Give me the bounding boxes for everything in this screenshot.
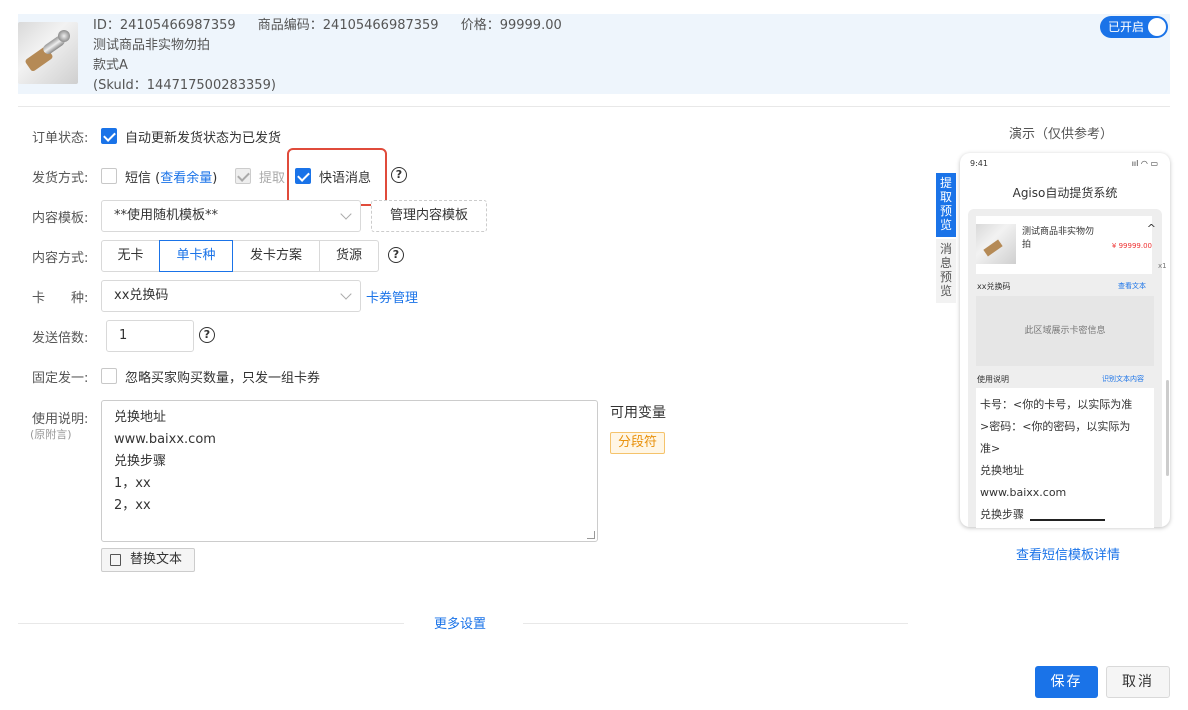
highlight-box: [287, 148, 387, 206]
save-button[interactable]: 保存: [1035, 666, 1098, 698]
auto-ship-checkbox[interactable]: [101, 128, 117, 144]
template-value: **使用随机模板**: [114, 208, 219, 223]
card-type-select[interactable]: xx兑换码: [101, 280, 361, 312]
divider: [18, 106, 1170, 107]
instruction-line: 1，xx: [114, 476, 151, 491]
instruction-line: 2，xx: [114, 498, 151, 513]
option-card-plan[interactable]: 发卡方案: [232, 240, 320, 272]
usage-line: www.baixx.com: [980, 486, 1067, 499]
replace-text-button[interactable]: 替换文本: [101, 548, 195, 572]
sms-label: 短信: [125, 171, 152, 186]
divider: [18, 623, 404, 624]
tab-message-preview[interactable]: 消息预览: [936, 239, 956, 303]
product-header: ID：24105466987359 商品编码：24105466987359 价格…: [18, 14, 1170, 94]
instruction-line: www.baixx.com: [114, 432, 216, 447]
content-method-segmented: 无卡 单卡种 发卡方案 货源: [101, 240, 379, 272]
pickup-checkbox[interactable]: [235, 168, 251, 184]
preview-product-name: 测试商品非实物勿拍: [1022, 227, 1095, 250]
preview-product-card: 测试商品非实物勿拍 ¥ 99999.00 ^: [976, 216, 1156, 274]
usage-line: 兑换步骤: [980, 508, 1024, 521]
product-name: 测试商品非实物勿拍: [93, 38, 211, 53]
ship-method-label: 发货方式:: [32, 171, 89, 186]
product-id: ID：24105466987359: [93, 18, 236, 33]
preview-usage-text: 卡号：<你的卡号，以实际为准 >密码：<你的密码，以实际为 准> 兑换地址 ww…: [976, 388, 1154, 528]
instruction-line: 兑换地址: [114, 410, 167, 425]
order-status-label: 订单状态:: [32, 131, 89, 146]
fixed-one-checkbox[interactable]: [101, 368, 117, 384]
chevron-up-icon[interactable]: ^: [1147, 222, 1156, 235]
send-multiple-label: 发送倍数:: [32, 331, 89, 346]
fixed-one-label: 固定发一:: [32, 371, 89, 386]
instruction-line: 兑换步骤: [114, 454, 167, 469]
option-single-card[interactable]: 单卡种: [159, 240, 233, 272]
preview-recognize-link[interactable]: 识别文本内容: [1102, 374, 1144, 384]
sms-quota-link[interactable]: 查看余量: [160, 171, 212, 186]
preview-qty: x1: [1158, 262, 1167, 270]
card-type-value: xx兑换码: [114, 288, 169, 303]
usage-line: 兑换地址: [980, 464, 1024, 477]
pickup-label: 提取: [259, 171, 286, 186]
usage-line: >密码：<你的密码，以实际为: [980, 420, 1131, 433]
sms-checkbox[interactable]: [101, 168, 117, 184]
status-icons: ııl ◠ ▭: [1131, 159, 1158, 168]
template-select[interactable]: **使用随机模板**: [101, 200, 361, 232]
instructions-textarea[interactable]: 兑换地址 www.baixx.com 兑换步骤 1，xx 2，xx: [101, 400, 598, 542]
tab-pickup-preview[interactable]: 提取预览: [936, 173, 956, 237]
product-thumbnail: [976, 224, 1016, 264]
usage-line: 卡号：<你的卡号，以实际为准: [980, 398, 1133, 411]
card-type-label: 卡 种:: [32, 291, 89, 306]
variables-title: 可用变量: [610, 405, 666, 421]
option-source[interactable]: 货源: [319, 240, 379, 272]
help-icon[interactable]: ?: [199, 327, 215, 343]
instructions-label: 使用说明:: [32, 412, 89, 427]
fixed-one-text: 忽略买家购买数量，只发一组卡券: [125, 371, 321, 386]
chevron-down-icon: [340, 208, 352, 220]
content-method-label: 内容方式:: [32, 251, 89, 266]
instructions-sublabel: (原附言): [30, 428, 72, 441]
replace-text-label: 替换文本: [130, 552, 183, 567]
preview-view-text-link[interactable]: 查看文本: [1118, 281, 1146, 291]
help-icon[interactable]: ?: [388, 247, 404, 263]
help-icon[interactable]: ?: [391, 167, 407, 183]
home-indicator: [1030, 519, 1105, 521]
preview-code-label: xx兑换码: [977, 282, 1011, 291]
product-style: 款式A: [93, 58, 128, 73]
product-code: 商品编码：24105466987359: [257, 18, 439, 33]
segment-variable-tag[interactable]: 分段符: [610, 432, 666, 454]
chevron-down-icon: [340, 288, 352, 300]
divider: [523, 623, 908, 624]
sms-option: 短信 (查看余量): [125, 167, 217, 186]
card-info-area: 此区域展示卡密信息: [976, 296, 1154, 366]
app-title: Agiso自动提货系统: [1012, 186, 1118, 200]
product-thumbnail: [18, 22, 78, 84]
preview-price: ¥ 99999.00: [1111, 242, 1152, 250]
sms-template-detail-link[interactable]: 查看短信模板详情: [1016, 544, 1120, 563]
product-sku: (SkuId：144717500283359): [93, 78, 276, 93]
auto-ship-text: 自动更新发货状态为已发货: [125, 131, 282, 146]
template-label: 内容模板:: [32, 211, 89, 226]
product-price: 价格：99999.00: [460, 18, 562, 33]
coupon-manage-link[interactable]: 卡券管理: [366, 287, 418, 306]
send-multiple-input[interactable]: 1: [106, 320, 194, 352]
toggle-label: 已开启: [1108, 20, 1145, 34]
cancel-button[interactable]: 取消: [1106, 666, 1170, 698]
enabled-toggle[interactable]: 已开启: [1100, 16, 1168, 38]
sms-quota-close: ): [212, 171, 218, 186]
manage-template-button[interactable]: 管理内容模板: [371, 200, 487, 232]
toggle-knob: [1148, 18, 1166, 36]
more-settings-link[interactable]: 更多设置: [434, 613, 486, 632]
preview-scrollbar[interactable]: [1166, 380, 1169, 476]
option-no-card[interactable]: 无卡: [101, 240, 160, 272]
product-info: ID：24105466987359 商品编码：24105466987359 价格…: [93, 16, 562, 96]
usage-line: 准>: [980, 442, 1001, 455]
preview-usage-label: 使用说明: [977, 375, 1009, 384]
replace-icon: [110, 554, 121, 566]
status-time: 9:41: [970, 159, 988, 168]
resize-handle[interactable]: [587, 531, 595, 539]
preview-title: 演示（仅供参考）: [1009, 127, 1114, 142]
